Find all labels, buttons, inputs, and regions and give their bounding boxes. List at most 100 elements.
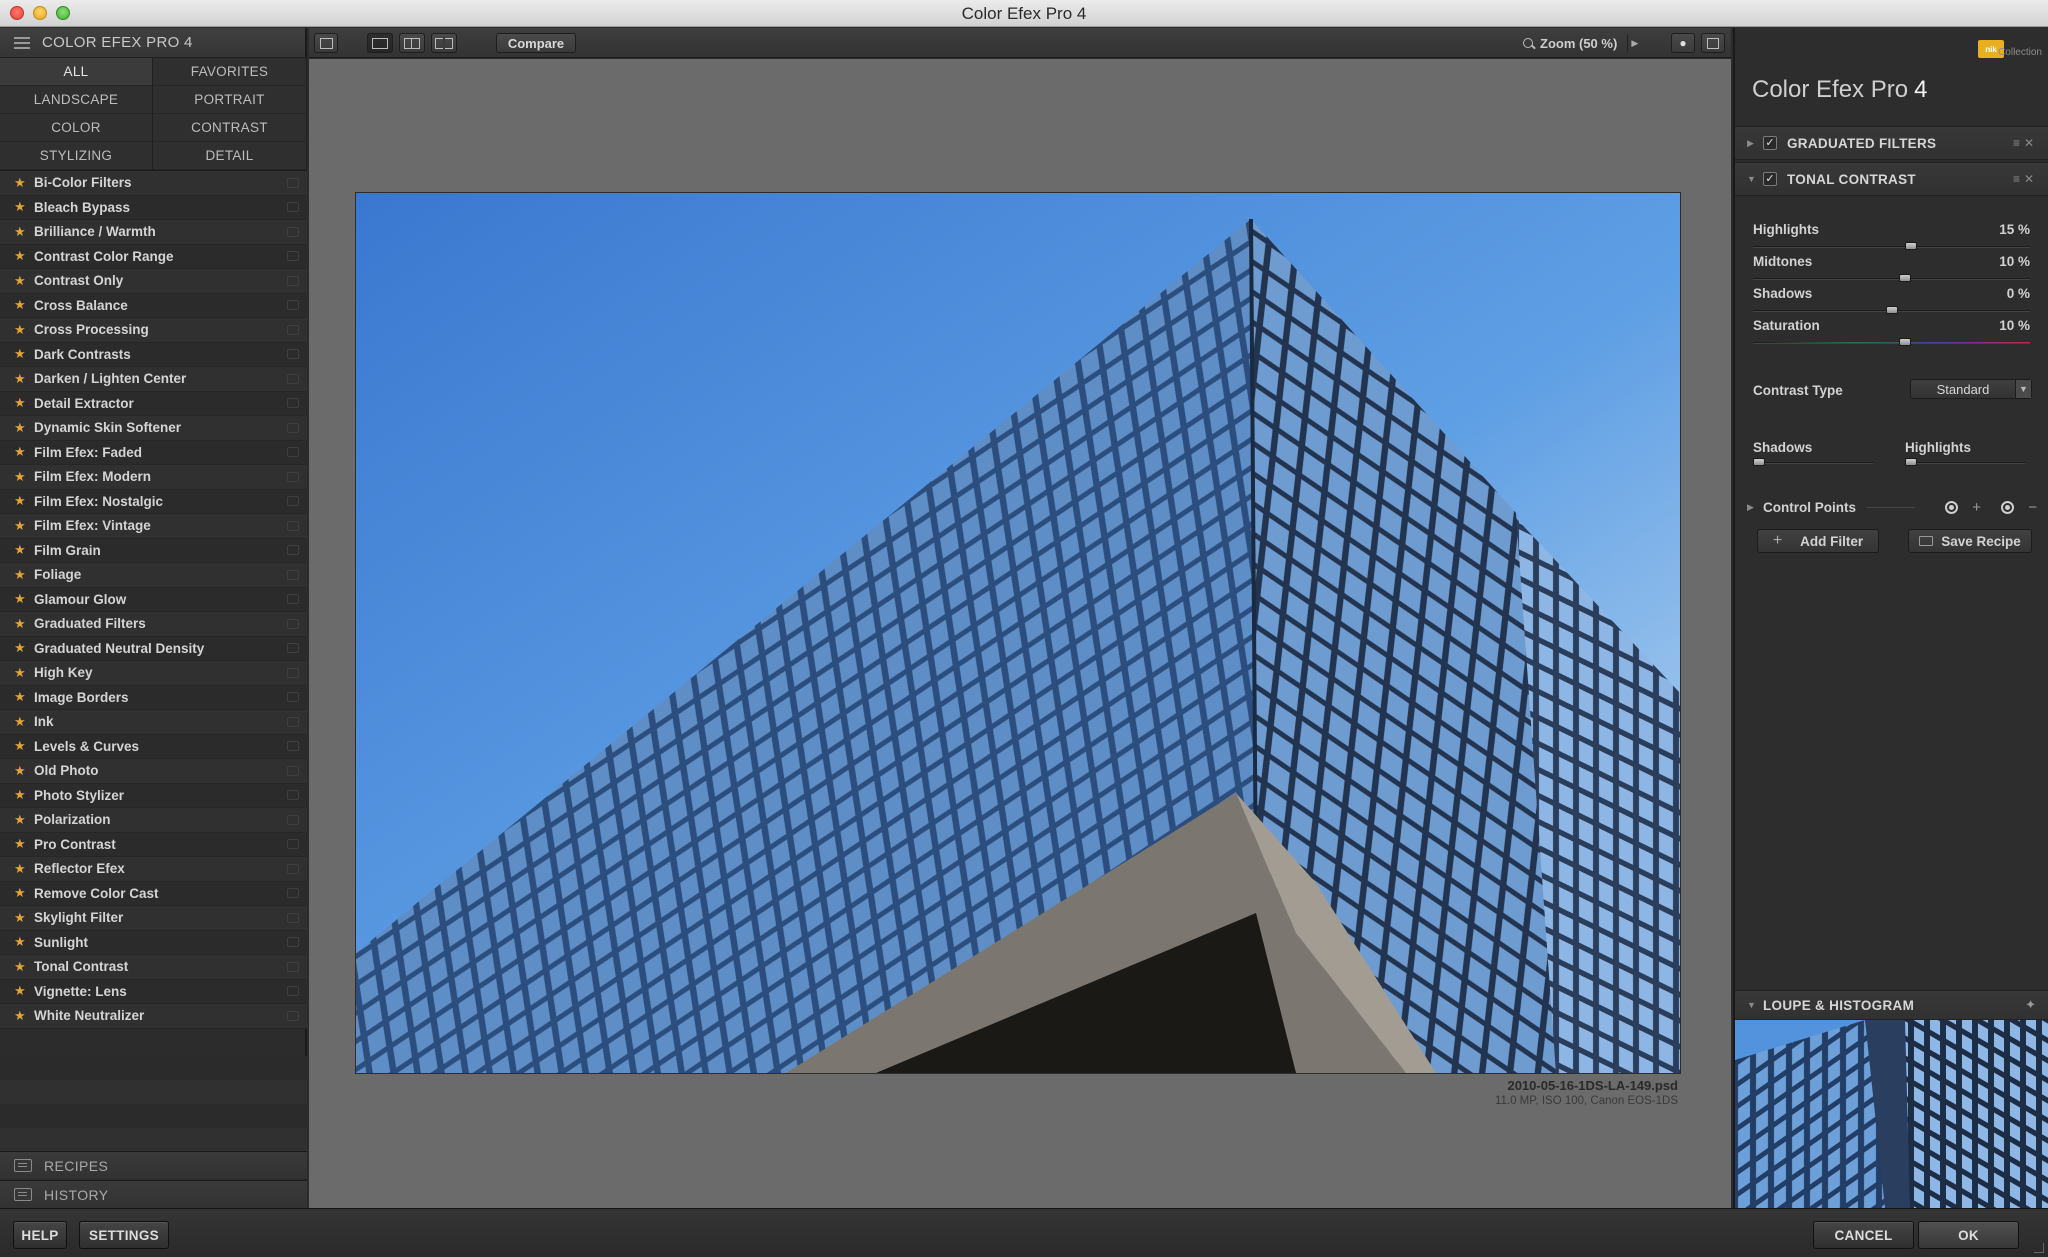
filter-list-item[interactable]: ★ White Neutralizer <box>0 1004 307 1029</box>
saturation-slider[interactable]: Saturation 10 % <box>1753 318 2030 358</box>
collapse-triangle-icon[interactable]: ▼ <box>1747 1000 1763 1010</box>
favorite-star-icon[interactable]: ★ <box>14 175 34 191</box>
filter-list-item[interactable]: ★ Image Borders <box>0 685 307 710</box>
menu-icon[interactable] <box>14 36 30 49</box>
favorite-star-icon[interactable]: ★ <box>14 885 34 901</box>
slider-thumb[interactable] <box>1899 338 1912 346</box>
filter-list-item[interactable]: ★ Photo Stylizer <box>0 783 307 808</box>
ok-button[interactable]: OK <box>1918 1221 2019 1249</box>
favorite-star-icon[interactable]: ★ <box>14 248 34 264</box>
add-to-stack-icon[interactable] <box>287 569 299 580</box>
enable-checkbox-graduated-filters[interactable]: ✓ <box>1763 136 1777 150</box>
favorite-star-icon[interactable]: ★ <box>14 322 34 338</box>
category-color[interactable]: COLOR <box>0 114 153 142</box>
add-to-stack-icon[interactable] <box>287 300 299 311</box>
add-filter-button[interactable]: + Add Filter <box>1757 529 1879 553</box>
favorite-star-icon[interactable]: ★ <box>14 640 34 656</box>
favorite-star-icon[interactable]: ★ <box>14 689 34 705</box>
favorite-star-icon[interactable]: ★ <box>14 469 34 485</box>
add-to-stack-icon[interactable] <box>287 202 299 213</box>
compare-button[interactable]: Compare <box>496 33 576 53</box>
category-all[interactable]: ALL <box>0 58 153 86</box>
category-favorites[interactable]: FAVORITES <box>153 58 307 86</box>
filter-list-item[interactable]: ★ Cross Processing <box>0 318 307 343</box>
favorite-star-icon[interactable]: ★ <box>14 199 34 215</box>
filter-list-item[interactable]: ★ Film Efex: Vintage <box>0 514 307 539</box>
slider-track[interactable] <box>1753 462 1873 464</box>
slider-track[interactable] <box>1905 462 2025 464</box>
add-to-stack-icon[interactable] <box>287 398 299 409</box>
add-to-stack-icon[interactable] <box>287 667 299 678</box>
filter-list-item[interactable]: ★ Glamour Glow <box>0 587 307 612</box>
loupe-view[interactable] <box>1735 1020 2048 1208</box>
add-to-stack-icon[interactable] <box>287 1010 299 1021</box>
highlights-protect-slider[interactable]: Highlights <box>1905 440 2025 470</box>
favorite-star-icon[interactable]: ★ <box>14 591 34 607</box>
settings-button[interactable]: SETTINGS <box>79 1221 169 1249</box>
slider-thumb[interactable] <box>1753 458 1765 466</box>
favorite-star-icon[interactable]: ★ <box>14 787 34 803</box>
add-to-stack-icon[interactable] <box>287 422 299 433</box>
add-to-stack-icon[interactable] <box>287 961 299 972</box>
filter-list-item[interactable]: ★ Pro Contrast <box>0 832 307 857</box>
hide-browser-button[interactable] <box>314 33 338 53</box>
filter-list-item[interactable]: ★ Ink <box>0 710 307 735</box>
side-by-side-view-button[interactable] <box>431 33 457 53</box>
contrast-type-select[interactable]: Standard ▼ <box>1910 379 2032 399</box>
slider-thumb[interactable] <box>1905 458 1917 466</box>
favorite-star-icon[interactable]: ★ <box>14 542 34 558</box>
filter-list-item[interactable]: ★ Old Photo <box>0 759 307 784</box>
add-to-stack-icon[interactable] <box>287 716 299 727</box>
loupe-histogram-header[interactable]: ▼ LOUPE & HISTOGRAM ✦ <box>1735 990 2048 1020</box>
category-landscape[interactable]: LANDSCAPE <box>0 86 153 114</box>
add-to-stack-icon[interactable] <box>287 692 299 703</box>
filter-list-item[interactable]: ★ Foliage <box>0 563 307 588</box>
slider-thumb[interactable] <box>1885 306 1898 314</box>
favorite-star-icon[interactable]: ★ <box>14 910 34 926</box>
filter-list-item[interactable]: ★ Bleach Bypass <box>0 195 307 220</box>
filter-list-item[interactable]: ★ Polarization <box>0 808 307 833</box>
filter-list-item[interactable]: ★ Graduated Filters <box>0 612 307 637</box>
add-to-stack-icon[interactable] <box>287 888 299 899</box>
filter-list-item[interactable]: ★ Contrast Only <box>0 269 307 294</box>
category-detail[interactable]: DETAIL <box>153 142 307 170</box>
filter-list-item[interactable]: ★ Bi-Color Filters <box>0 171 307 196</box>
filter-list-item[interactable]: ★ Graduated Neutral Density <box>0 636 307 661</box>
single-view-button[interactable] <box>367 33 393 53</box>
add-to-stack-icon[interactable] <box>287 790 299 801</box>
favorite-star-icon[interactable]: ★ <box>14 616 34 632</box>
filter-list-item[interactable]: ★ Brilliance / Warmth <box>0 220 307 245</box>
favorite-star-icon[interactable]: ★ <box>14 493 34 509</box>
favorite-star-icon[interactable]: ★ <box>14 395 34 411</box>
add-to-stack-icon[interactable] <box>287 373 299 384</box>
add-to-stack-icon[interactable] <box>287 447 299 458</box>
favorite-star-icon[interactable]: ★ <box>14 224 34 240</box>
add-to-stack-icon[interactable] <box>287 520 299 531</box>
filter-header-graduated-filters[interactable]: ▶ ✓ GRADUATED FILTERS ≡✕ <box>1735 126 2048 160</box>
help-button[interactable]: HELP <box>13 1221 67 1249</box>
favorite-star-icon[interactable]: ★ <box>14 567 34 583</box>
filter-list-item[interactable]: ★ Dark Contrasts <box>0 342 307 367</box>
filter-list-item[interactable]: ★ High Key <box>0 661 307 686</box>
add-to-stack-icon[interactable] <box>287 912 299 923</box>
slider-thumb[interactable] <box>1899 274 1912 282</box>
filter-list-item[interactable]: ★ Reflector Efex <box>0 857 307 882</box>
collapse-triangle-icon[interactable]: ▼ <box>1747 174 1763 184</box>
filter-list-item[interactable]: ★ Film Efex: Modern <box>0 465 307 490</box>
favorite-star-icon[interactable]: ★ <box>14 665 34 681</box>
expand-triangle-icon[interactable]: ▶ <box>1747 502 1763 513</box>
add-to-stack-icon[interactable] <box>287 594 299 605</box>
recipes-section[interactable]: RECIPES <box>0 1151 307 1179</box>
add-to-stack-icon[interactable] <box>287 226 299 237</box>
favorite-star-icon[interactable]: ★ <box>14 371 34 387</box>
filter-list-item[interactable]: ★ Tonal Contrast <box>0 955 307 980</box>
enable-checkbox-tonal-contrast[interactable]: ✓ <box>1763 172 1777 186</box>
filter-options-icons[interactable]: ≡✕ <box>2013 172 2038 186</box>
filter-list-item[interactable]: ★ Detail Extractor <box>0 391 307 416</box>
expand-triangle-icon[interactable]: ▶ <box>1747 138 1763 149</box>
resize-grip-icon[interactable] <box>2034 1243 2044 1253</box>
add-to-stack-icon[interactable] <box>287 349 299 360</box>
favorite-star-icon[interactable]: ★ <box>14 714 34 730</box>
favorite-star-icon[interactable]: ★ <box>14 959 34 975</box>
add-to-stack-icon[interactable] <box>287 814 299 825</box>
